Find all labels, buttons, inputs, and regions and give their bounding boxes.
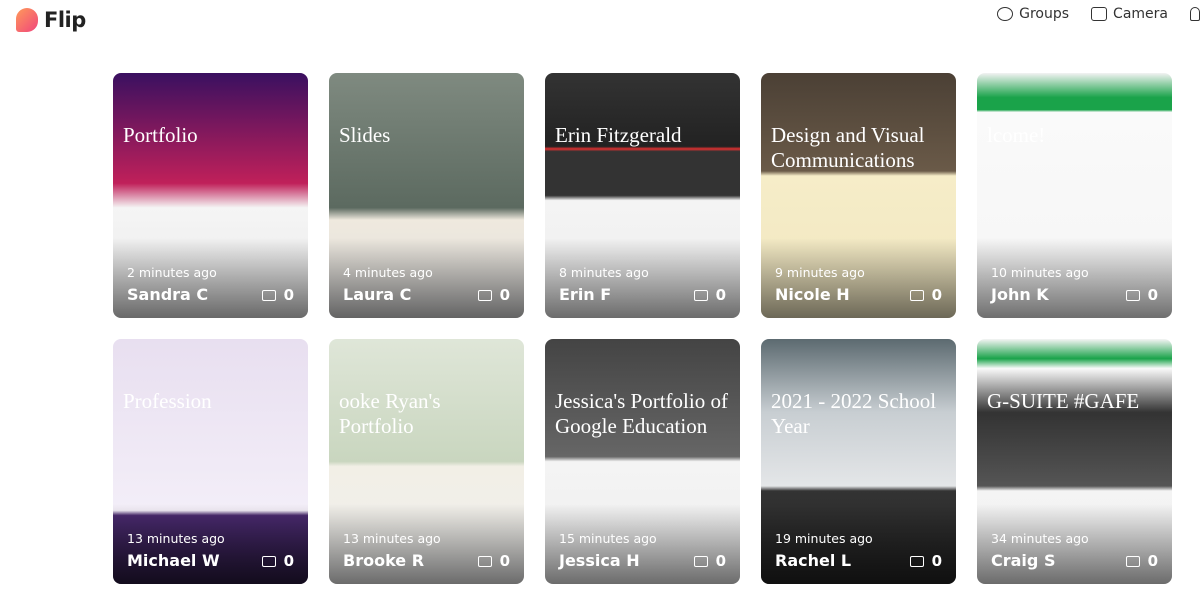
top-nav: Groups Camera: [997, 6, 1200, 22]
thumbnail-title: G-SUITE #GAFE: [987, 389, 1140, 413]
video-card[interactable]: Design and Visual Communications 9 minut…: [761, 73, 956, 318]
comment-icon: [477, 555, 492, 567]
post-time: 19 minutes ago: [775, 531, 873, 546]
groups-icon: [997, 7, 1014, 21]
author-name: Michael W: [127, 551, 220, 570]
thumbnail-title: ooke Ryan's Portfolio: [339, 389, 441, 438]
video-card[interactable]: 2021 - 2022 School Year 19 minutes ago R…: [761, 339, 956, 584]
thumbnail-title: Profession: [123, 389, 212, 413]
post-time: 34 minutes ago: [991, 531, 1089, 546]
comment-count-value: 0: [1147, 286, 1158, 304]
post-time: 9 minutes ago: [775, 265, 865, 280]
thumbnail-title: Erin Fitzgerald: [555, 123, 682, 147]
comment-count-value: 0: [283, 286, 294, 304]
comment-count-value: 0: [931, 286, 942, 304]
app-name: Flip: [44, 8, 86, 32]
comments-count[interactable]: 0: [693, 552, 726, 570]
video-card[interactable]: Profession 13 minutes ago Michael W 0: [113, 339, 308, 584]
comment-icon: [477, 289, 492, 301]
video-card[interactable]: Slides 4 minutes ago Laura C 0: [329, 73, 524, 318]
post-time: 15 minutes ago: [559, 531, 657, 546]
groups-label: Groups: [1019, 6, 1070, 22]
thumbnail-title: 2021 - 2022 School Year: [771, 389, 937, 438]
comments-count[interactable]: 0: [693, 286, 726, 304]
thumbnail-title: Slides: [339, 123, 391, 147]
notifications-button[interactable]: [1190, 7, 1200, 21]
post-time: 8 minutes ago: [559, 265, 649, 280]
comment-count-value: 0: [1147, 552, 1158, 570]
comment-count-value: 0: [715, 286, 726, 304]
thumbnail-title: lcome!: [987, 123, 1046, 147]
comments-count[interactable]: 0: [477, 286, 510, 304]
top-bar: Flip Groups Camera: [0, 0, 1200, 40]
thumbnail-title: Design and Visual Communications: [771, 123, 925, 172]
video-card[interactable]: Jessica's Portfolio of Google Education …: [545, 339, 740, 584]
comment-count-value: 0: [931, 552, 942, 570]
post-time: 13 minutes ago: [343, 531, 441, 546]
flip-logo[interactable]: Flip: [16, 8, 86, 32]
comments-count[interactable]: 0: [261, 286, 294, 304]
author-name: Jessica H: [559, 551, 640, 570]
author-name: Laura C: [343, 285, 412, 304]
comment-icon: [1125, 555, 1140, 567]
author-name: Nicole H: [775, 285, 850, 304]
author-name: Sandra C: [127, 285, 209, 304]
video-card[interactable]: ooke Ryan's Portfolio 13 minutes ago Bro…: [329, 339, 524, 584]
author-name: Erin F: [559, 285, 612, 304]
camera-icon: [1091, 7, 1108, 21]
comments-count[interactable]: 0: [1125, 552, 1158, 570]
thumbnail-title: Jessica's Portfolio of Google Education: [555, 389, 728, 438]
comment-count-value: 0: [283, 552, 294, 570]
comment-count-value: 0: [715, 552, 726, 570]
comment-icon: [909, 555, 924, 567]
comments-count[interactable]: 0: [1125, 286, 1158, 304]
comment-count-value: 0: [499, 286, 510, 304]
post-time: 4 minutes ago: [343, 265, 433, 280]
author-name: John K: [991, 285, 1049, 304]
author-name: Rachel L: [775, 551, 852, 570]
author-name: Brooke R: [343, 551, 425, 570]
comment-icon: [1125, 289, 1140, 301]
comment-icon: [909, 289, 924, 301]
video-card[interactable]: G-SUITE #GAFE 34 minutes ago Craig S 0: [977, 339, 1172, 584]
groups-button[interactable]: Groups: [997, 6, 1069, 22]
post-time: 10 minutes ago: [991, 265, 1089, 280]
post-time: 2 minutes ago: [127, 265, 217, 280]
thumbnail-title: Portfolio: [123, 123, 198, 147]
flip-logo-icon: [16, 8, 38, 32]
video-card[interactable]: Portfolio 2 minutes ago Sandra C 0: [113, 73, 308, 318]
comment-icon: [261, 289, 276, 301]
comments-count[interactable]: 0: [261, 552, 294, 570]
video-card[interactable]: Erin Fitzgerald 8 minutes ago Erin F 0: [545, 73, 740, 318]
comment-icon: [693, 289, 708, 301]
post-time: 13 minutes ago: [127, 531, 225, 546]
bell-icon: [1190, 7, 1200, 21]
video-grid: Portfolio 2 minutes ago Sandra C 0 Slide…: [113, 73, 1172, 584]
camera-label: Camera: [1113, 6, 1168, 22]
camera-button[interactable]: Camera: [1091, 6, 1168, 22]
comment-icon: [261, 555, 276, 567]
comments-count[interactable]: 0: [477, 552, 510, 570]
comment-icon: [693, 555, 708, 567]
comments-count[interactable]: 0: [909, 286, 942, 304]
video-card[interactable]: lcome! 10 minutes ago John K 0: [977, 73, 1172, 318]
author-name: Craig S: [991, 551, 1056, 570]
comments-count[interactable]: 0: [909, 552, 942, 570]
comment-count-value: 0: [499, 552, 510, 570]
